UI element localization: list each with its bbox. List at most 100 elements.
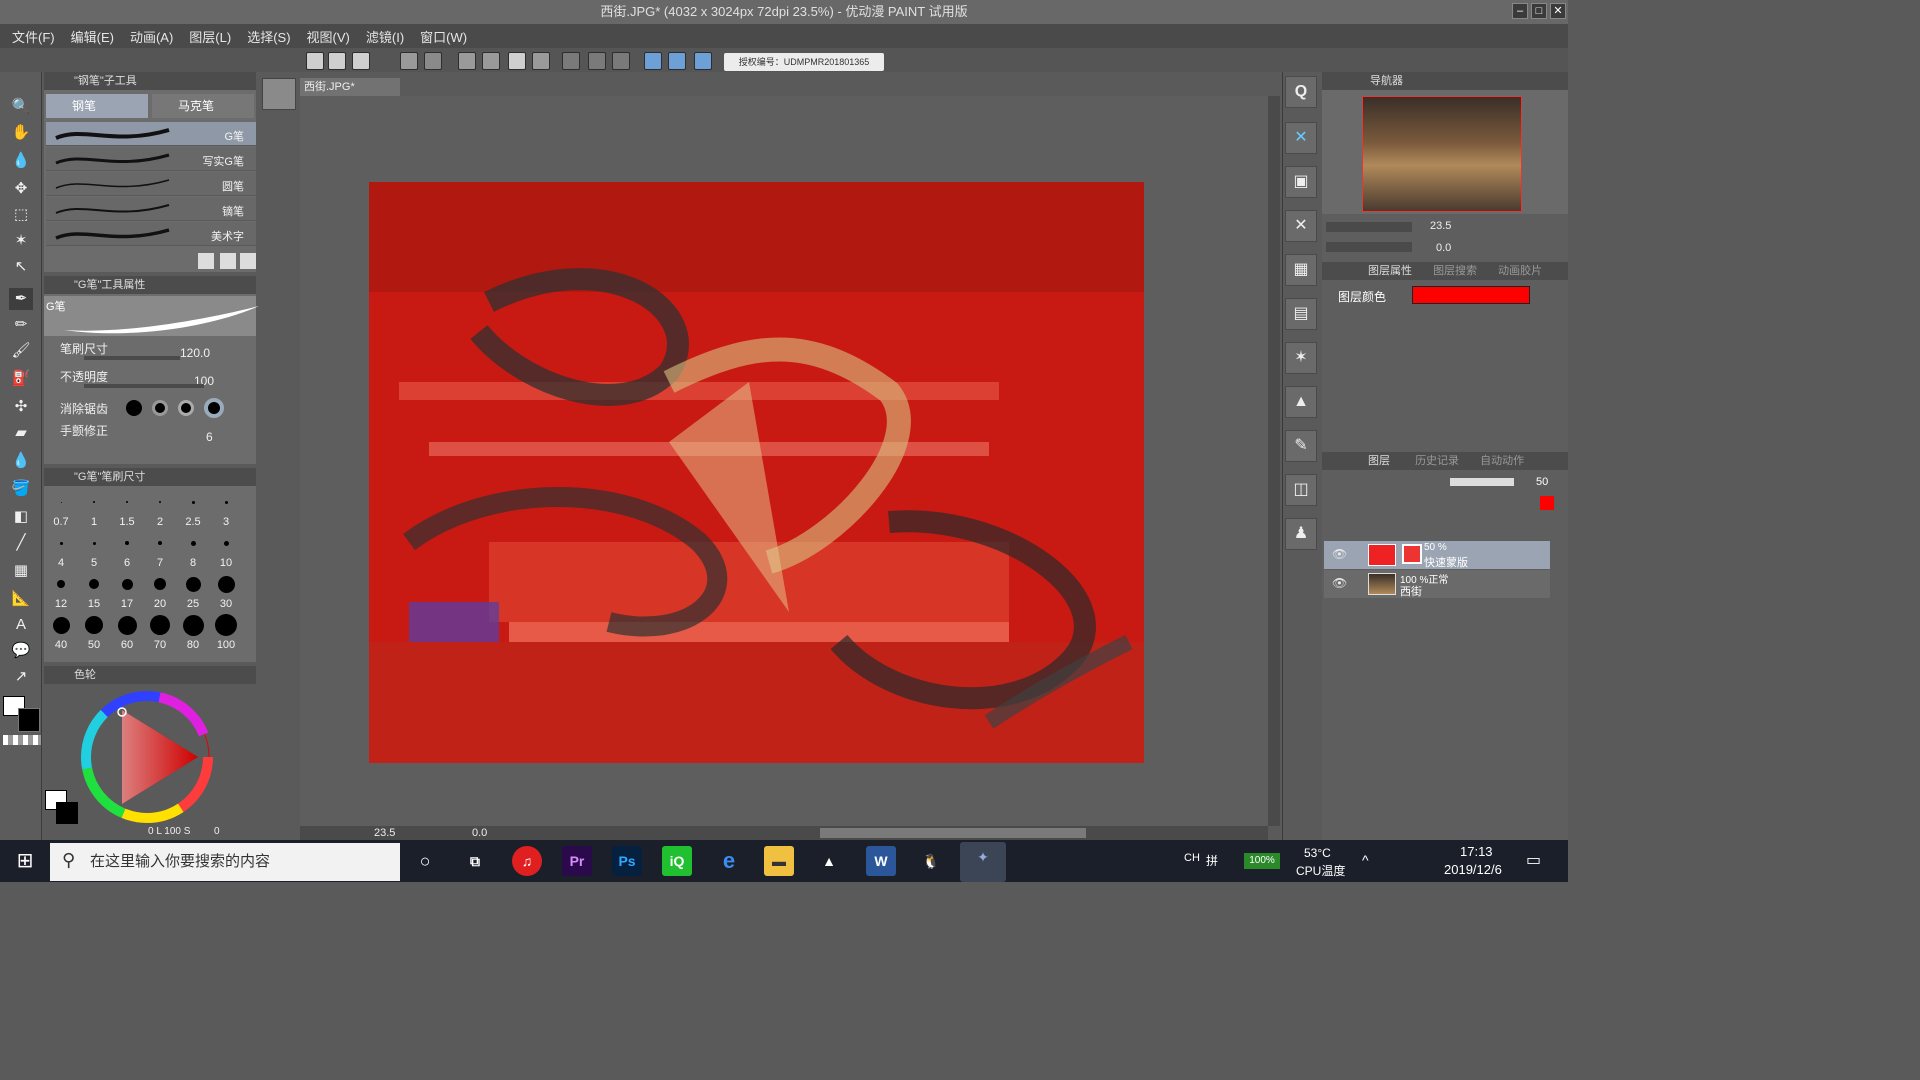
battery-indicator[interactable]: 100%	[1244, 853, 1280, 869]
layer-opacity-slider[interactable]	[1450, 478, 1514, 486]
close-button[interactable]: ✕	[1550, 3, 1566, 19]
navigator-title[interactable]: 导航器	[1370, 75, 1403, 87]
brush-size-dot[interactable]	[92, 541, 96, 545]
search-icon[interactable]: Q	[1285, 76, 1317, 108]
brush-item[interactable]: 圆笔	[46, 172, 256, 196]
brush-size-dot[interactable]	[215, 614, 237, 636]
brush-size-dot[interactable]	[190, 540, 196, 546]
magic-wand-icon[interactable]: ✶	[9, 230, 33, 252]
layer-color-indicator[interactable]	[1540, 496, 1554, 510]
minimize-button[interactable]: –	[1512, 3, 1528, 19]
navigator-zoom-slider[interactable]	[1326, 222, 1412, 232]
clock-date[interactable]: 2019/12/6	[1444, 862, 1502, 877]
text-tool-icon[interactable]: A	[9, 614, 33, 636]
select-all-icon[interactable]	[612, 52, 630, 70]
snap-ruler-icon[interactable]	[644, 52, 662, 70]
iqiyi-icon[interactable]: iQ	[662, 846, 692, 876]
menu-animation[interactable]: 动画(A)	[122, 27, 181, 46]
vertical-scrollbar[interactable]	[1268, 96, 1280, 826]
brush-size-row[interactable]: 笔刷尺寸 120.0	[46, 340, 256, 366]
eye-icon[interactable]: 👁	[1332, 576, 1347, 590]
tab-layer-property[interactable]: 图层属性	[1368, 265, 1412, 277]
taskbar-search[interactable]: 在这里输入你要搜索的内容	[50, 843, 400, 881]
menu-window[interactable]: 窗口(W)	[412, 27, 475, 46]
brush-size-dot[interactable]	[191, 500, 195, 504]
language-indicator[interactable]: CH	[1184, 852, 1200, 864]
brush-size-dot[interactable]	[57, 580, 65, 588]
clock-time[interactable]: 17:13	[1460, 844, 1493, 859]
task-view-icon[interactable]: ⧉	[460, 846, 490, 876]
brush-size-dot[interactable]	[121, 578, 133, 590]
brush-size-slider[interactable]	[84, 356, 180, 360]
qq-icon[interactable]: 🐧	[916, 846, 946, 876]
open-file-icon[interactable]	[328, 52, 346, 70]
brush-item[interactable]: 镝笔	[46, 197, 256, 221]
brush-item[interactable]: G笔	[46, 122, 256, 146]
airbrush-tool-icon[interactable]: ⛽	[9, 368, 33, 390]
pattern-material-icon[interactable]: ▤	[1285, 298, 1317, 330]
brush-size-dot[interactable]	[154, 578, 166, 590]
hand-tool-icon[interactable]: ✋	[9, 122, 33, 144]
layer-row[interactable]: 👁 100 %正常 西街	[1324, 570, 1550, 598]
show-hidden-icons-icon[interactable]: ^	[1362, 852, 1369, 868]
brush-size-dot[interactable]	[224, 500, 228, 504]
transparent-color-swatch[interactable]	[3, 735, 41, 745]
clear-icon[interactable]	[458, 52, 476, 70]
brush-size-dot[interactable]	[150, 615, 170, 635]
create-subtool-icon[interactable]	[198, 253, 214, 269]
notification-icon[interactable]: ▭	[1526, 850, 1541, 870]
figure-material-icon[interactable]: ♟	[1285, 518, 1317, 550]
tab-history[interactable]: 历史记录	[1415, 455, 1459, 467]
fill-icon[interactable]	[508, 52, 526, 70]
navigator-rotate-slider[interactable]	[1326, 242, 1412, 252]
brush-size-dot[interactable]	[89, 579, 99, 589]
brush-size-dot[interactable]	[125, 541, 129, 545]
maximize-button[interactable]: □	[1531, 3, 1547, 19]
brush-size-dot[interactable]	[126, 501, 128, 503]
figure-tool-icon[interactable]: ╱	[9, 532, 33, 554]
brush-size-dot[interactable]	[158, 541, 162, 545]
zoom-tool-icon[interactable]: 🔍	[9, 96, 33, 118]
tab-pen[interactable]: 钢笔	[46, 94, 148, 118]
frame-tool-icon[interactable]: ▦	[9, 560, 33, 582]
brush-size-dot[interactable]	[217, 575, 235, 593]
pencil-tool-icon[interactable]: ✏	[9, 314, 33, 336]
brush-tool-icon[interactable]: 🖌	[9, 340, 33, 362]
antialias-strong-option[interactable]	[204, 398, 224, 418]
menu-filter[interactable]: 滤镜(I)	[358, 27, 412, 46]
menu-view[interactable]: 视图(V)	[299, 27, 358, 46]
brush-size-dot[interactable]	[182, 614, 204, 636]
sub-color-swatch[interactable]	[18, 708, 40, 732]
new-file-icon[interactable]	[306, 52, 324, 70]
cortana-icon[interactable]: ○	[410, 846, 440, 876]
tab-layers[interactable]: 图层	[1368, 455, 1390, 467]
opacity-row[interactable]: 不透明度 100	[46, 368, 256, 394]
delete-subtool-icon[interactable]	[240, 253, 256, 269]
premiere-icon[interactable]: Pr	[562, 846, 592, 876]
brush-item[interactable]: 美术字	[46, 222, 256, 246]
tab-layer-search[interactable]: 图层搜索	[1433, 265, 1477, 277]
image-material-icon[interactable]: ▲	[1285, 386, 1317, 418]
tab-auto-action[interactable]: 自动动作	[1480, 455, 1524, 467]
color-wheel[interactable]	[78, 688, 216, 826]
photoshop-icon[interactable]: Ps	[612, 846, 642, 876]
edge-icon[interactable]: e	[714, 846, 744, 876]
brush-size-dot[interactable]	[52, 616, 70, 634]
balloon-tool-icon[interactable]: 💬	[9, 640, 33, 662]
decoration-tool-icon[interactable]: ✣	[9, 396, 33, 418]
3d-material-icon[interactable]: ◫	[1285, 474, 1317, 506]
start-icon[interactable]: ⊞	[14, 850, 36, 872]
brush-size-dot[interactable]	[93, 501, 95, 503]
file-explorer-icon[interactable]: ▬	[764, 846, 794, 876]
menu-file[interactable]: 文件(F)	[4, 27, 63, 46]
netease-music-icon[interactable]: ♫	[512, 846, 542, 876]
invert-selection-icon[interactable]	[588, 52, 606, 70]
tab-animation-cel[interactable]: 动画胶片	[1498, 265, 1542, 277]
material-folder-icon[interactable]: ▣	[1285, 166, 1317, 198]
antialias-medium-option[interactable]	[178, 400, 194, 416]
document-tab[interactable]: 西街.JPG*	[300, 78, 400, 96]
brush-size-dot[interactable]	[223, 540, 229, 546]
word-icon[interactable]: W	[866, 846, 896, 876]
brush-item[interactable]: 写实G笔	[46, 147, 256, 171]
color-panel-sub-swatch[interactable]	[56, 802, 78, 824]
